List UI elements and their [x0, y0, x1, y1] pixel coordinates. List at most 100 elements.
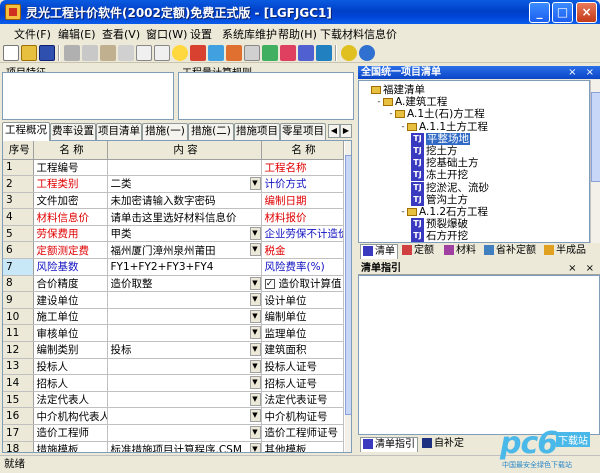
export-icon[interactable] [280, 45, 296, 61]
table-row[interactable]: 4 材料信息价 请单击这里选好材料信息价 材料报价 [3, 208, 344, 226]
help-icon[interactable] [172, 45, 188, 61]
maximize-button[interactable]: □ [552, 2, 573, 23]
table-row[interactable]: 6 定额测定费 福州厦门漳州泉州莆田 ▼ 税金 [3, 241, 344, 260]
dropdown-arrow-icon[interactable]: ▼ [249, 177, 260, 191]
row-content-cell[interactable]: 二类 ▼ [107, 175, 262, 193]
panel-close-icon[interactable]: × × [568, 66, 597, 79]
menu-file[interactable]: 文件(F) [14, 26, 51, 42]
tab-project-list[interactable]: 项目清单 [96, 123, 142, 140]
menu-system-library[interactable]: 系统库维护 [222, 26, 277, 42]
dropdown-arrow-icon[interactable]: ▼ [249, 226, 260, 240]
btab-guide[interactable]: 清单指引 [360, 437, 418, 452]
row-content-cell[interactable]: ▼ [107, 424, 262, 442]
row-content-cell[interactable]: ▼ [107, 291, 262, 309]
report-icon[interactable] [208, 45, 224, 61]
rtab-provincial-quota[interactable]: 省补定额 [482, 244, 540, 259]
row-content-cell[interactable]: ▼ [107, 324, 262, 343]
dropdown-arrow-icon[interactable]: ▼ [249, 376, 260, 390]
cut-icon[interactable] [64, 45, 80, 61]
tab-misc-items[interactable]: 零星项目 [280, 123, 326, 140]
dropdown-arrow-icon[interactable]: ▼ [249, 326, 260, 340]
row-content-cell[interactable]: 请单击这里选好材料信息价 [107, 208, 262, 226]
dropdown-arrow-icon[interactable]: ▼ [249, 426, 260, 439]
table-icon[interactable] [244, 45, 260, 61]
chart-icon[interactable] [226, 45, 242, 61]
print-icon[interactable] [154, 45, 170, 61]
row-content-cell[interactable]: 甲类 ▼ [107, 225, 262, 243]
row-content-cell[interactable]: 造价取整 ▼ [107, 275, 262, 293]
table-row[interactable]: 15 法定代表人 ▼ 法定代表证号 [3, 391, 344, 409]
row-content-cell[interactable]: 投标 ▼ [107, 341, 262, 359]
row-content-cell[interactable]: ▼ [107, 391, 262, 409]
document-icon[interactable] [136, 45, 152, 61]
row-content-cell[interactable]: ▼ [107, 358, 262, 376]
table-row[interactable]: 18 措施模板 标准措施项目计算程序.CSM ▼ 其他模板 [3, 441, 344, 452]
menu-settings[interactable]: 设置 [190, 26, 212, 42]
dropdown-arrow-icon[interactable]: ▼ [249, 343, 260, 357]
tree-item[interactable]: TJ 石方开挖 [411, 229, 468, 242]
rtab-semi-product[interactable]: 半成品 [542, 244, 600, 259]
table-row[interactable]: 13 投标人 ▼ 投标人证号 [3, 358, 344, 376]
grid-scroll-thumb[interactable] [345, 155, 351, 415]
row-content-cell[interactable] [107, 159, 262, 177]
row-content-cell[interactable]: ▼ [107, 308, 262, 326]
table-row[interactable]: 10 施工单位 ▼ 编制单位 [3, 308, 344, 326]
copy-icon[interactable] [82, 45, 98, 61]
tab-measure-items[interactable]: 措施项目 [234, 123, 280, 140]
rtab-list[interactable]: 清单 [360, 244, 398, 259]
dropdown-arrow-icon[interactable]: ▼ [249, 359, 260, 373]
tree-scrollbar[interactable] [590, 80, 600, 243]
new-file-icon[interactable] [3, 45, 19, 61]
menu-download-prices[interactable]: 下载材料信息价 [320, 26, 397, 42]
row-content-cell[interactable]: ▼ [107, 374, 262, 392]
tab-measures-2[interactable]: 措施(二) [188, 123, 234, 140]
row-content-cell[interactable]: 福州厦门漳州泉州莆田 ▼ [107, 241, 262, 260]
minimize-button[interactable]: _ [529, 2, 550, 23]
settings-icon[interactable] [316, 45, 332, 61]
tab-measures-1[interactable]: 措施(一) [142, 123, 188, 140]
expand-icon[interactable]: - [387, 107, 395, 121]
table-row[interactable]: 3 文件加密 未加密请输入数字密码 编制日期 [3, 192, 344, 210]
tab-project-overview[interactable]: 工程概况 [2, 122, 50, 141]
tab-scroll-right[interactable]: ▶ [340, 124, 352, 138]
row-content-cell[interactable]: FY1+FY2+FY3+FY4 [107, 258, 262, 276]
menu-edit[interactable]: 编辑(E) [58, 26, 96, 42]
expand-icon[interactable]: - [375, 95, 383, 109]
open-folder-icon[interactable] [21, 45, 37, 61]
dropdown-arrow-icon[interactable]: ▼ [249, 392, 260, 406]
dropdown-arrow-icon[interactable]: ▼ [249, 243, 260, 257]
dropdown-arrow-icon[interactable]: ▼ [249, 293, 260, 307]
save-icon[interactable] [39, 45, 55, 61]
table-row[interactable]: 5 劳保费用 甲类 ▼ 企业劳保不计造价 [3, 225, 344, 243]
menu-help[interactable]: 帮助(H) [278, 26, 317, 42]
tab-rate-settings[interactable]: 费率设置 [50, 123, 96, 140]
import-icon[interactable] [298, 45, 314, 61]
table-row[interactable]: 8 合价精度 造价取整 ▼ ✓ 造价取计算值 [3, 275, 344, 293]
expand-icon[interactable]: - [399, 205, 407, 219]
table-row[interactable]: 16 中介机构代表人 ▼ 中介机构证号 [3, 407, 344, 425]
btab-custom-quota[interactable]: 自补定 [420, 437, 470, 452]
project-feature-textbox[interactable] [2, 72, 174, 120]
menu-view[interactable]: 查看(V) [102, 26, 140, 42]
table-row[interactable]: 1 工程编号 工程名称 [3, 159, 344, 177]
table-row[interactable]: 17 造价工程师 ▼ 造价工程师证号 [3, 424, 344, 442]
calculator-icon[interactable] [190, 45, 206, 61]
table-row[interactable]: 11 审核单位 ▼ 监理单位 [3, 324, 344, 343]
dropdown-arrow-icon[interactable]: ▼ [249, 309, 260, 323]
checkbox-icon[interactable]: ✓ [264, 278, 275, 289]
row-content-cell[interactable]: ▼ [107, 407, 262, 425]
grid-scrollbar[interactable] [345, 141, 351, 452]
row-content-cell[interactable]: 未加密请输入数字密码 [107, 192, 262, 210]
dropdown-arrow-icon[interactable]: ▼ [249, 409, 260, 423]
expand-icon[interactable]: - [399, 120, 407, 134]
close-button[interactable]: × [576, 2, 597, 23]
paste-icon[interactable] [100, 45, 116, 61]
menu-window[interactable]: 窗口(W) [146, 26, 187, 42]
row-name2[interactable]: ✓ 造价取计算值 [261, 275, 344, 293]
tab-scroll-left[interactable]: ◀ [328, 124, 340, 138]
table-row[interactable]: 2 工程类别 二类 ▼ 计价方式 [3, 175, 344, 193]
dropdown-arrow-icon[interactable]: ▼ [249, 276, 260, 290]
dropdown-arrow-icon[interactable]: ▼ [249, 442, 260, 452]
globe-icon[interactable] [359, 45, 375, 61]
check-icon[interactable] [262, 45, 278, 61]
